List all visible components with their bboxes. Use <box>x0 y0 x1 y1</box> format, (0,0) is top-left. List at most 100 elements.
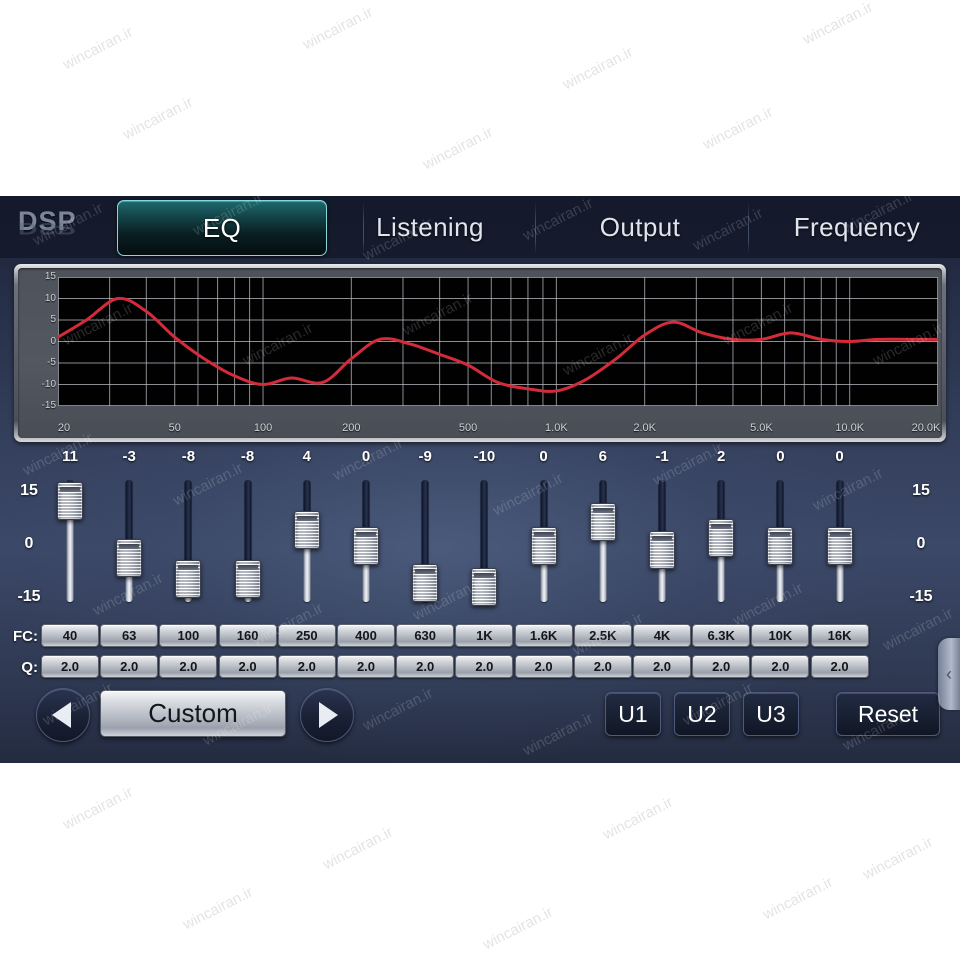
eq-band-slider-1.6k[interactable] <box>522 470 566 610</box>
slider-value-label: -3 <box>122 448 136 465</box>
user-preset-u1-button[interactable]: U1 <box>605 692 661 736</box>
slider-handle[interactable] <box>649 531 675 570</box>
slider-value-label: 4 <box>302 448 311 465</box>
fc-cell-6.3k[interactable]: 6.3K <box>692 624 751 647</box>
fc-cell-40[interactable]: 40 <box>41 624 99 647</box>
slider-handle[interactable] <box>353 527 379 565</box>
eq-band-slider-6.3k[interactable] <box>699 470 743 610</box>
fc-cell-1.6k[interactable]: 1.6K <box>514 624 573 647</box>
slider-handle[interactable] <box>175 559 202 598</box>
eq-band-slider-160[interactable] <box>226 470 270 610</box>
q-cell-250[interactable]: 2.0 <box>277 655 336 678</box>
slider-handle[interactable] <box>708 518 735 557</box>
fc-cell-630[interactable]: 630 <box>396 624 455 647</box>
preset-next-button[interactable] <box>300 688 354 742</box>
slider-value-label: 0 <box>776 448 785 465</box>
slider-value-label: 11 <box>62 448 78 465</box>
tab-output[interactable]: Output <box>550 196 730 258</box>
slider-handle[interactable] <box>412 563 439 602</box>
slider-handle[interactable] <box>767 527 794 565</box>
graph-x-tick-label: 10.0K <box>835 422 865 434</box>
q-cell-63[interactable]: 2.0 <box>100 655 159 678</box>
triangle-left-icon <box>52 702 71 728</box>
q-cell-1k[interactable]: 2.0 <box>455 655 514 678</box>
eq-band-slider-630[interactable] <box>403 470 447 610</box>
graph-y-tick-label: 0 <box>50 335 56 347</box>
eq-band-slider-1k[interactable] <box>462 470 506 610</box>
user-preset-u3-button[interactable]: U3 <box>743 692 799 736</box>
q-cell-160[interactable]: 2.0 <box>218 655 277 678</box>
slider-value-label: -9 <box>418 448 432 465</box>
eq-curve-svg <box>58 277 938 406</box>
slider-handle[interactable] <box>116 539 143 578</box>
reset-button[interactable]: Reset <box>836 692 940 736</box>
panel-collapse-button[interactable]: ‹ <box>938 638 960 710</box>
slider-track-lower <box>599 530 607 602</box>
q-cell-630[interactable]: 2.0 <box>396 655 455 678</box>
slider-handle[interactable] <box>57 482 83 521</box>
q-cell-6.3k[interactable]: 2.0 <box>692 655 751 678</box>
preset-prev-button[interactable] <box>36 688 90 742</box>
eq-band-slider-63[interactable] <box>107 470 151 610</box>
slider-handle[interactable] <box>293 510 320 549</box>
eq-band-slider-40[interactable] <box>48 470 92 610</box>
q-cell-400[interactable]: 2.0 <box>337 655 395 678</box>
slider-scale-right-label: 15 <box>912 482 930 499</box>
fc-cell-250[interactable]: 250 <box>277 624 336 647</box>
slider-handle[interactable] <box>471 567 498 606</box>
watermark: wincairan.ir <box>480 903 556 954</box>
q-cell-2.5k[interactable]: 2.0 <box>573 655 632 678</box>
chevron-left-icon: ‹ <box>946 663 952 684</box>
q-cell-100[interactable]: 2.0 <box>159 655 218 678</box>
graph-x-tick-label: 200 <box>342 422 361 434</box>
slider-handle[interactable] <box>826 527 853 565</box>
slider-value-label: 0 <box>539 448 548 465</box>
watermark: wincairan.ir <box>60 783 136 834</box>
fc-cell-2.5k[interactable]: 2.5K <box>573 624 632 647</box>
tab-frequency[interactable]: Frequency <box>762 196 952 258</box>
eq-band-slider-16k[interactable] <box>818 470 862 610</box>
eq-band-slider-250[interactable] <box>285 470 329 610</box>
eq-band-slider-10k[interactable] <box>758 470 802 610</box>
fc-cell-10k[interactable]: 10K <box>751 624 810 647</box>
watermark: wincairan.ir <box>560 43 636 94</box>
fc-cell-4k[interactable]: 4K <box>633 624 691 647</box>
slider-value-label: -8 <box>181 448 196 465</box>
fc-cell-63[interactable]: 63 <box>100 624 159 647</box>
graph-x-tick-label: 2.0K <box>633 422 656 434</box>
q-cell-40[interactable]: 2.0 <box>41 655 99 678</box>
slider-value-label: 0 <box>835 448 844 465</box>
tab-eq[interactable]: EQ <box>117 200 327 256</box>
eq-band-slider-4k[interactable] <box>640 470 684 610</box>
tab-listening[interactable]: Listening <box>340 196 520 258</box>
q-cell-1.6k[interactable]: 2.0 <box>514 655 573 678</box>
q-cell-4k[interactable]: 2.0 <box>633 655 691 678</box>
graph-y-tick-label: -15 <box>41 400 56 411</box>
tab-separator <box>748 202 749 254</box>
watermark: wincairan.ir <box>800 0 876 49</box>
tab-bar: DSP DSP EQ Listening Output Frequency <box>0 196 960 258</box>
fc-cell-160[interactable]: 160 <box>218 624 277 647</box>
watermark: wincairan.ir <box>300 3 376 54</box>
graph-x-tick-label: 500 <box>458 422 478 434</box>
slider-handle[interactable] <box>530 527 557 565</box>
eq-band-slider-2.5k[interactable] <box>581 470 625 610</box>
slider-handle[interactable] <box>589 502 616 541</box>
eq-band-slider-100[interactable] <box>166 470 210 610</box>
q-cell-16k[interactable]: 2.0 <box>810 655 869 678</box>
graph-x-tick-label: 20 <box>57 422 71 434</box>
fc-cell-400[interactable]: 400 <box>337 624 395 647</box>
graph-plot-area[interactable] <box>58 277 938 406</box>
user-preset-u2-button[interactable]: U2 <box>674 692 730 736</box>
slider-value-label: 6 <box>598 448 607 465</box>
fc-cell-1k[interactable]: 1K <box>455 624 514 647</box>
preset-name-button[interactable]: Custom <box>100 690 286 737</box>
q-row-label: Q: <box>21 659 38 676</box>
fc-cell-100[interactable]: 100 <box>159 624 218 647</box>
eq-band-slider-400[interactable] <box>344 470 388 610</box>
bottom-controls: Custom U1 U2 U3 Reset <box>0 688 960 763</box>
slider-handle[interactable] <box>234 559 261 598</box>
q-cell-10k[interactable]: 2.0 <box>751 655 810 678</box>
watermark: wincairan.ir <box>120 93 196 144</box>
fc-cell-16k[interactable]: 16K <box>810 624 869 647</box>
